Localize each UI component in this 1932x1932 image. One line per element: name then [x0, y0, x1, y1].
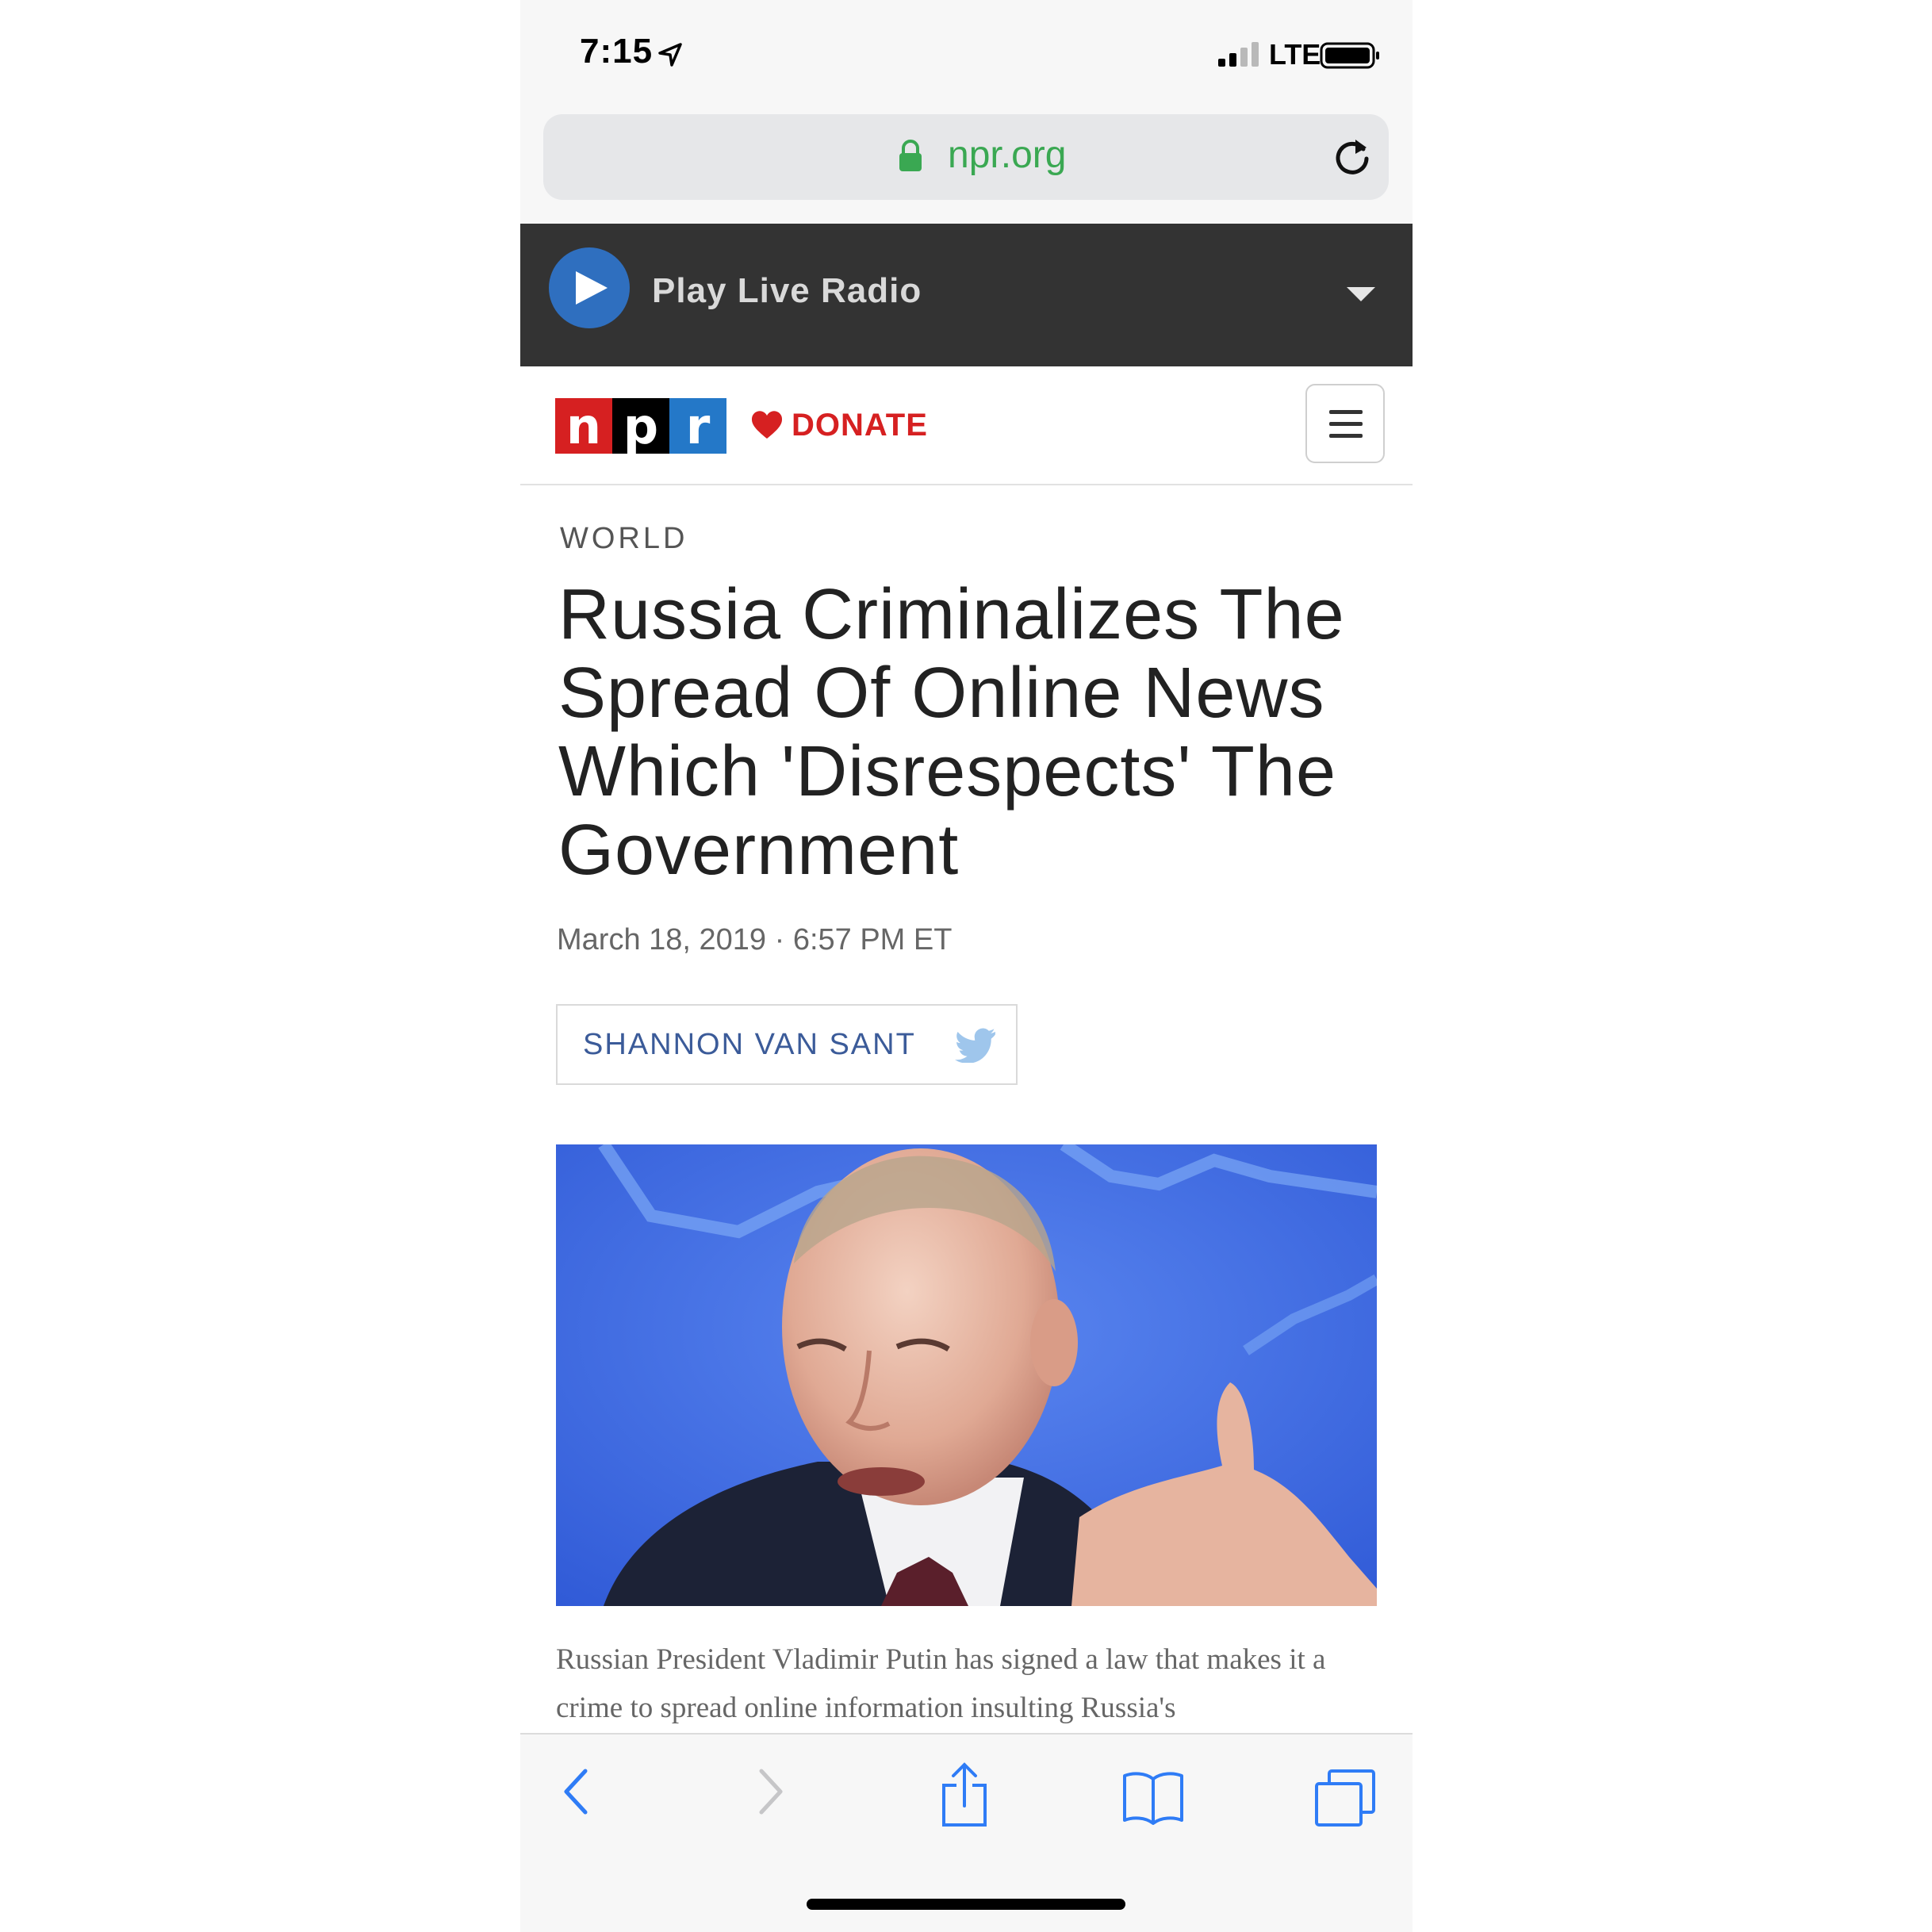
- twitter-icon[interactable]: [954, 1028, 997, 1063]
- browser-chrome: npr.org: [520, 107, 1413, 224]
- share-icon[interactable]: [939, 1761, 990, 1828]
- live-radio-label[interactable]: Play Live Radio: [652, 271, 922, 311]
- donate-link[interactable]: DONATE: [792, 408, 928, 443]
- phone-screen: 7:15 LTE npr.org Play Live Radio n p r D…: [520, 0, 1413, 1932]
- npr-logo[interactable]: n p r: [555, 397, 726, 455]
- article-photo: [556, 1144, 1377, 1606]
- lock-icon: [899, 140, 922, 171]
- tabs-icon[interactable]: [1313, 1768, 1377, 1828]
- chevron-down-icon[interactable]: [1345, 286, 1377, 303]
- live-radio-bar[interactable]: Play Live Radio: [520, 224, 1413, 366]
- heart-icon: [751, 411, 783, 439]
- location-arrow-icon: [658, 43, 682, 67]
- play-icon: [576, 271, 608, 305]
- network-type: LTE: [1269, 38, 1321, 71]
- logo-letter-r: r: [669, 397, 726, 455]
- logo-letter-p: p: [612, 397, 669, 455]
- bookmarks-icon[interactable]: [1121, 1769, 1185, 1825]
- status-bar: 7:15 LTE: [520, 0, 1413, 107]
- forward-icon[interactable]: [755, 1766, 787, 1817]
- battery-icon: [1320, 42, 1379, 69]
- article-headline: Russia Criminalizes The Spread Of Online…: [558, 575, 1345, 890]
- signal-icon: [1218, 42, 1259, 67]
- photo-caption: Russian President Vladimir Putin has sig…: [556, 1643, 1326, 1724]
- site-header: n p r DONATE: [520, 366, 1413, 485]
- play-button[interactable]: [549, 247, 630, 328]
- article-dateline: March 18, 2019 · 6:57 PM ET: [557, 923, 953, 956]
- status-time: 7:15: [580, 32, 654, 71]
- menu-button[interactable]: [1305, 384, 1385, 463]
- reload-icon[interactable]: [1328, 133, 1376, 181]
- photo-putin-speaking: [556, 1144, 1377, 1606]
- home-indicator[interactable]: [807, 1899, 1125, 1910]
- back-icon[interactable]: [560, 1766, 592, 1817]
- logo-letter-n: n: [555, 397, 612, 455]
- author-name[interactable]: SHANNON VAN SANT: [583, 1028, 916, 1062]
- author-byline[interactable]: SHANNON VAN SANT: [556, 1004, 1018, 1085]
- section-label[interactable]: WORLD: [560, 522, 688, 556]
- url-text: npr.org: [948, 134, 1067, 176]
- address-bar[interactable]: npr.org: [543, 114, 1389, 200]
